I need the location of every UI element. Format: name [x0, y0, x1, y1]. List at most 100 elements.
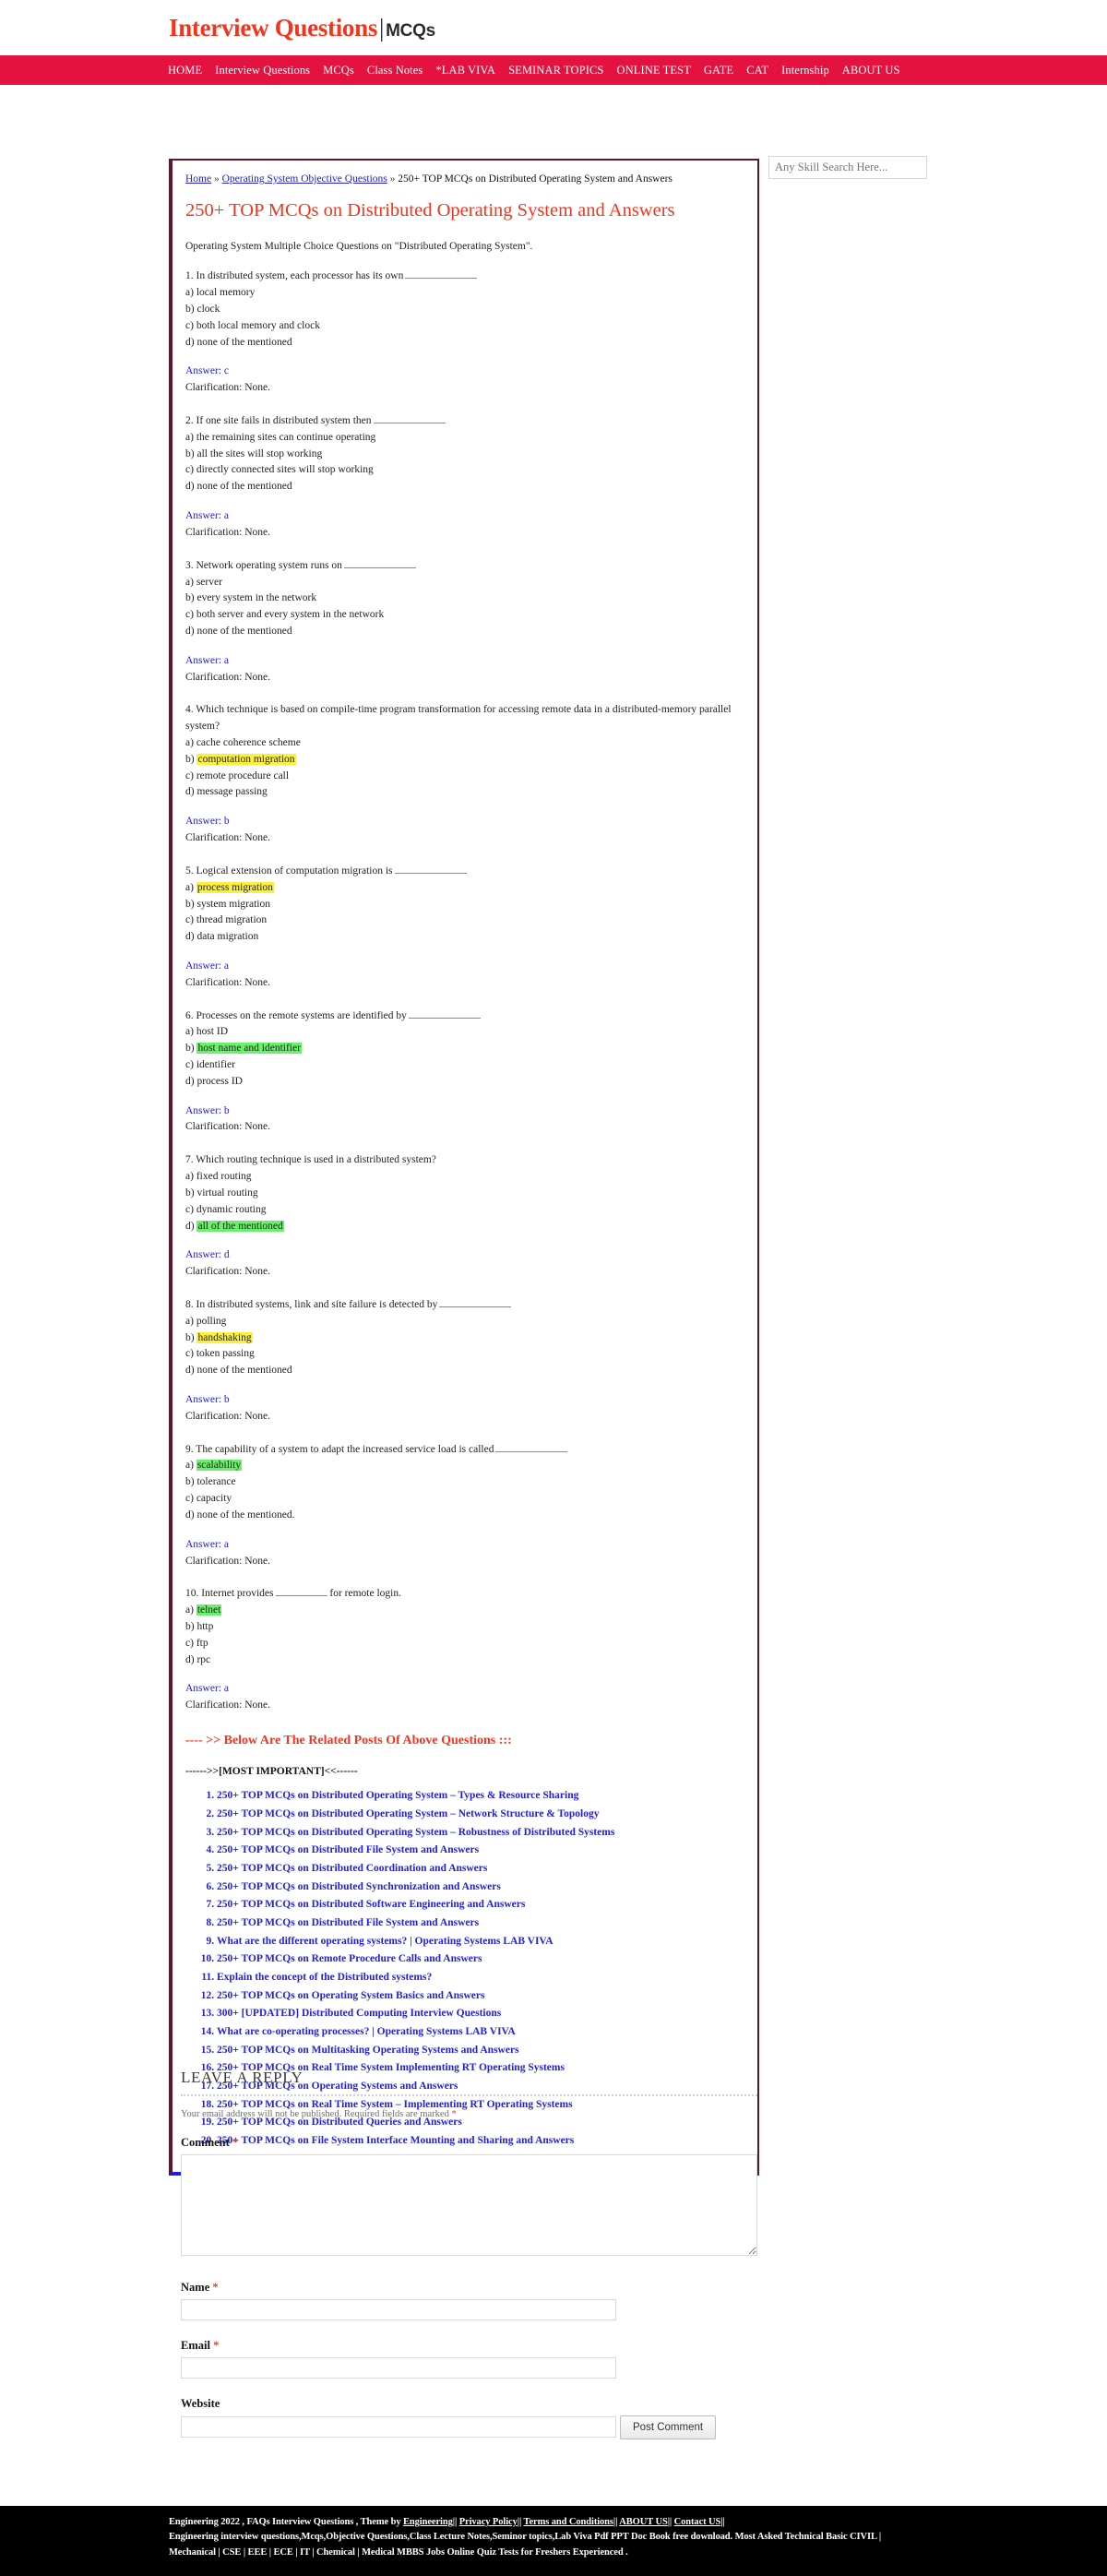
footer-link-engineering[interactable]: Engineering — [403, 2517, 453, 2527]
email-input[interactable] — [181, 2357, 616, 2379]
option-text: handshaking — [196, 1331, 253, 1343]
option-text: process migration — [196, 881, 274, 893]
answer-block: Answer: a Clarification: None. — [185, 1537, 744, 1570]
required-asterisk: * — [451, 2109, 457, 2119]
footer-link-separator: || — [720, 2517, 725, 2527]
related-post-link[interactable]: 250+ TOP MCQs on Distributed File System… — [217, 1917, 479, 1928]
answer-text: Answer: a — [185, 960, 229, 972]
question-option: c) both local memory and clock — [185, 318, 744, 335]
related-post-link[interactable]: 250+ TOP MCQs on Distributed Operating S… — [217, 1827, 614, 1838]
answer-block: Answer: c Clarification: None. — [185, 364, 744, 397]
nav-item-home[interactable]: HOME — [168, 64, 202, 78]
option-label: c) — [185, 1203, 196, 1215]
question-body: Which technique is based on compile-time… — [185, 704, 732, 733]
related-post-link[interactable]: 250+ TOP MCQs on Distributed Operating S… — [217, 1790, 578, 1801]
nav-item-lab-viva[interactable]: *LAB VIVA — [435, 64, 495, 78]
related-post-link[interactable]: 250+ TOP MCQs on Distributed Operating S… — [217, 1808, 600, 1819]
question-text: 1. In distributed system, each processor… — [185, 268, 744, 285]
footer-link-privacy-policy[interactable]: Privacy Policy — [459, 2517, 518, 2527]
site-logo[interactable]: Interview Questions| MCQs — [169, 14, 435, 42]
option-text: all of the mentioned — [196, 1220, 284, 1232]
related-post-link[interactable]: 300+ [UPDATED] Distributed Computing Int… — [217, 2008, 501, 2019]
name-input[interactable] — [181, 2299, 616, 2320]
related-post-link[interactable]: 250+ TOP MCQs on Distributed Software En… — [217, 1899, 525, 1910]
footer-link-contact-us[interactable]: Contact US — [674, 2517, 721, 2527]
question-block: 10. Internet provides for remote login. a… — [185, 1586, 744, 1714]
answer-text: Answer: d — [185, 1249, 230, 1261]
answer-text: Answer: b — [185, 816, 230, 828]
nav-item-mcqs[interactable]: MCQs — [323, 64, 354, 78]
email-label-text: Email — [181, 2339, 210, 2352]
related-post-link[interactable]: 250+ TOP MCQs on Distributed Synchroniza… — [217, 1881, 501, 1892]
related-post-link[interactable]: 250+ TOP MCQs on Remote Procedure Calls … — [217, 1953, 482, 1964]
question-option: a) scalability — [185, 1458, 744, 1474]
question-number: 6. — [185, 1009, 196, 1021]
nav-item-online-test[interactable]: ONLINE TEST — [616, 64, 690, 78]
related-post-item: 250+ TOP MCQs on Operating System Basics… — [217, 1988, 744, 2004]
option-label: a) — [185, 1026, 196, 1038]
comment-notice: Your email address will not be published… — [181, 2109, 757, 2119]
nav-item-class-notes[interactable]: Class Notes — [367, 64, 423, 78]
related-post-link[interactable]: 250+ TOP MCQs on Operating System Basics… — [217, 1990, 484, 2001]
related-post-link[interactable]: 250+ TOP MCQs on Distributed Coordinatio… — [217, 1863, 487, 1874]
related-post-link[interactable]: What are the different operating systems… — [217, 1936, 554, 1947]
option-label: b) — [185, 447, 197, 459]
breadcrumb-home[interactable]: Home — [185, 173, 211, 185]
nav-item-about-us[interactable]: ABOUT US — [842, 64, 900, 78]
footer-link-separator: || — [452, 2517, 459, 2527]
option-text: host name and identifier — [196, 1043, 302, 1055]
option-text: local memory — [196, 287, 256, 299]
search-input[interactable] — [768, 156, 927, 179]
option-label: b) — [185, 592, 197, 604]
question-option: a) cache coherence scheme — [185, 735, 744, 752]
nav-item-gate[interactable]: GATE — [704, 64, 733, 78]
page-title: 250+ TOP MCQs on Distributed Operating S… — [185, 200, 675, 221]
option-text: scalability — [196, 1460, 243, 1472]
option-label: c) — [185, 769, 196, 781]
question-text: 7. Which routing technique is used in a … — [185, 1152, 744, 1169]
clarification-text: Clarification: None. — [185, 1266, 270, 1278]
question-option: a) local memory — [185, 285, 744, 302]
option-text: token passing — [196, 1348, 255, 1360]
question-option: b) tolerance — [185, 1474, 744, 1491]
nav-item-interview-questions[interactable]: Interview Questions — [215, 64, 310, 78]
related-post-link[interactable]: 250+ TOP MCQs on Multitasking Operating … — [217, 2045, 519, 2056]
nav-item-cat[interactable]: CAT — [746, 64, 768, 78]
option-label: c) — [185, 319, 196, 331]
breadcrumb-category[interactable]: Operating System Objective Questions — [222, 173, 387, 185]
question-option: a) fixed routing — [185, 1169, 744, 1186]
article-container: Home » Operating System Objective Questi… — [169, 159, 759, 2176]
question-option: b) system migration — [185, 897, 744, 913]
question-option: d) none of the mentioned — [185, 1363, 744, 1379]
related-post-link[interactable]: 250+ TOP MCQs on Distributed File System… — [217, 1844, 479, 1855]
question-option: c) remote procedure call — [185, 769, 744, 785]
related-post-link[interactable]: What are co-operating processes? | Opera… — [217, 2026, 516, 2037]
email-required-asterisk: * — [213, 2339, 220, 2352]
option-label: a) — [185, 431, 196, 443]
post-comment-button[interactable]: Post Comment — [620, 2415, 717, 2439]
comment-textarea[interactable] — [181, 2154, 757, 2256]
question-option: d) rpc — [185, 1652, 744, 1669]
related-post-link[interactable]: Explain the concept of the Distributed s… — [217, 1972, 432, 1983]
answer-blank — [439, 1297, 512, 1307]
nav-item-seminar-topics[interactable]: SEMINAR TOPICS — [508, 64, 603, 78]
related-post-item: 250+ TOP MCQs on Distributed Operating S… — [217, 1825, 744, 1841]
question-block: 7. Which routing technique is used in a … — [185, 1152, 744, 1281]
answer-blank — [394, 864, 467, 874]
clarification-text: Clarification: None. — [185, 1555, 270, 1567]
option-text: computation migration — [196, 753, 296, 765]
option-label: a) — [185, 881, 196, 893]
option-text: polling — [196, 1315, 227, 1327]
question-option: b) clock — [185, 302, 744, 318]
answer-text: Answer: c — [185, 365, 229, 377]
question-body: In distributed system, each processor ha… — [196, 270, 404, 282]
related-post-item: 250+ TOP MCQs on Distributed Operating S… — [217, 1807, 744, 1822]
nav-item-internship[interactable]: Internship — [781, 64, 829, 78]
option-text: remote procedure call — [196, 769, 290, 781]
option-text: every system in the network — [196, 592, 317, 604]
footer-link-terms-and-conditions[interactable]: Terms and Conditions — [524, 2517, 614, 2527]
footer-link-about-us[interactable]: ABOUT US — [619, 2517, 668, 2527]
website-input[interactable] — [181, 2416, 616, 2438]
option-text: both local memory and clock — [196, 319, 320, 331]
question-number: 3. — [185, 559, 196, 571]
